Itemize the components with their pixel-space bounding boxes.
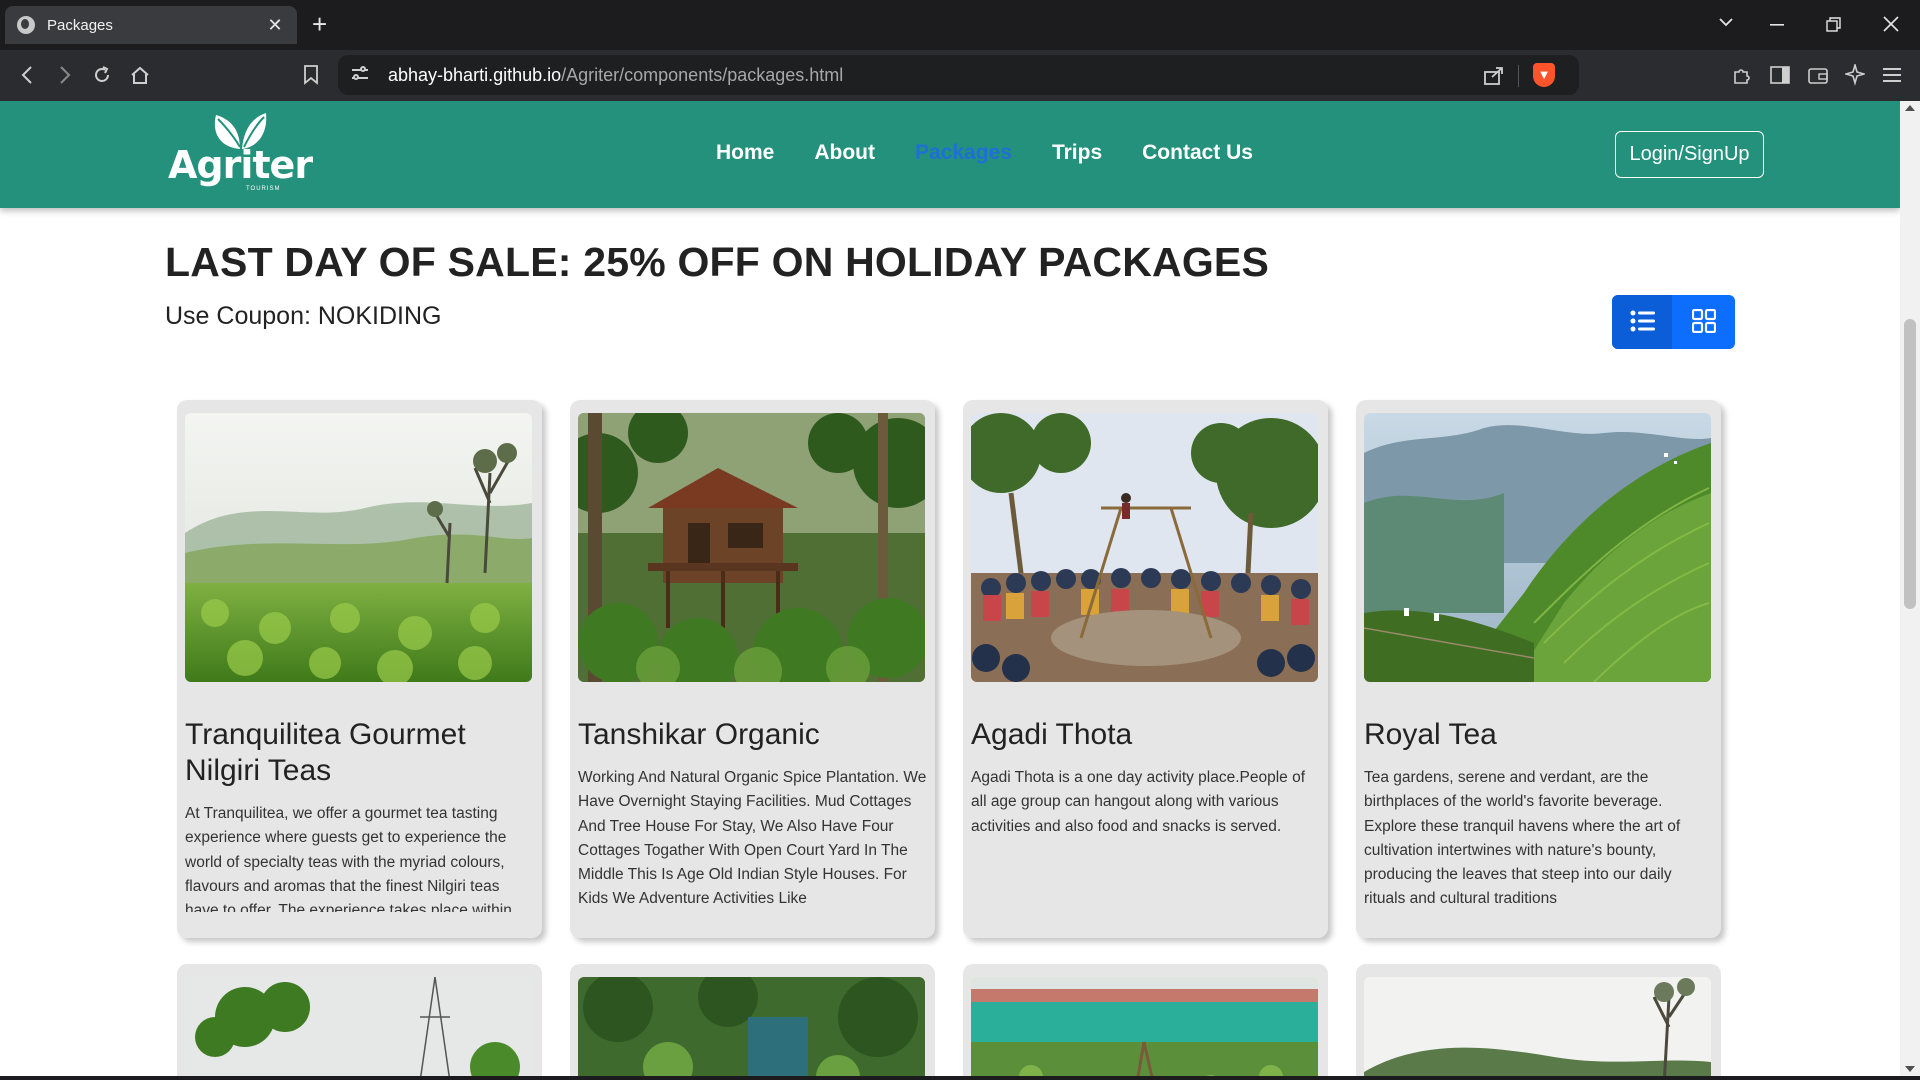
browser-tab-strip: Packages ✕ +: [0, 0, 1920, 50]
address-bar[interactable]: abhay-bharti.github.io/Agriter/component…: [338, 55, 1579, 95]
page-viewport: Agriter TOURISM Home About Packages Trip…: [0, 101, 1900, 1076]
nav-packages[interactable]: Packages: [915, 141, 1012, 165]
menu-icon[interactable]: [1883, 67, 1901, 83]
minimize-icon[interactable]: [1770, 24, 1784, 26]
back-icon[interactable]: [20, 66, 34, 84]
url-text[interactable]: abhay-bharti.github.io/Agriter/component…: [388, 65, 843, 86]
sale-banner-title: LAST DAY OF SALE: 25% OFF ON HOLIDAY PAC…: [165, 239, 1270, 285]
package-card[interactable]: Tanshikar Organic Working And Natural Or…: [570, 400, 935, 938]
close-tab-icon[interactable]: ✕: [265, 15, 285, 36]
scroll-thumb[interactable]: [1904, 319, 1916, 609]
package-title: Royal Tea: [1364, 718, 1497, 751]
forward-icon[interactable]: [58, 66, 72, 84]
page-scrollbar[interactable]: [1900, 101, 1920, 1076]
globe-icon: [17, 16, 35, 34]
brave-shield-icon[interactable]: ▼: [1533, 63, 1555, 87]
restore-icon[interactable]: [1826, 17, 1842, 33]
package-image-palm-tree: [185, 977, 532, 1076]
list-icon: [1630, 310, 1655, 332]
list-view-button[interactable]: [1612, 295, 1672, 349]
share-icon[interactable]: [1483, 66, 1505, 86]
site-settings-icon[interactable]: [352, 66, 368, 82]
package-card[interactable]: [963, 964, 1328, 1076]
nav-home[interactable]: Home: [716, 141, 774, 165]
logo-text: Agriter: [168, 143, 313, 187]
wallet-icon[interactable]: [1808, 66, 1828, 84]
package-description: Tea gardens, serene and verdant, are the…: [1364, 769, 1681, 908]
main-nav: Home About Packages Trips Contact Us: [716, 141, 1293, 165]
grid-view-button[interactable]: [1673, 295, 1735, 349]
package-image-tea-hills: [185, 413, 532, 682]
package-description: Working And Natural Organic Spice Planta…: [578, 769, 927, 908]
scroll-down-arrow-icon[interactable]: [1905, 1066, 1915, 1072]
view-toggle: [1612, 295, 1735, 349]
nav-contact[interactable]: Contact Us: [1142, 141, 1253, 165]
package-card[interactable]: [570, 964, 935, 1076]
grid-icon: [1692, 309, 1716, 333]
site-header: Agriter TOURISM Home About Packages Trip…: [0, 101, 1900, 208]
package-card[interactable]: [1356, 964, 1721, 1076]
window-bottom-edge: [0, 1076, 1920, 1080]
package-card[interactable]: Agadi Thota Agadi Thota is a one day act…: [963, 400, 1328, 938]
login-signup-button[interactable]: Login/SignUp: [1615, 131, 1764, 178]
package-description: Agadi Thota is a one day activity place.…: [971, 769, 1306, 835]
browser-tab[interactable]: Packages ✕: [5, 6, 297, 44]
nav-about[interactable]: About: [814, 141, 875, 165]
nav-trips[interactable]: Trips: [1052, 141, 1102, 165]
package-card[interactable]: Tranquilitea Gourmet Nilgiri Teas At Tra…: [177, 400, 542, 938]
agriter-logo[interactable]: Agriter TOURISM: [168, 111, 313, 192]
package-card[interactable]: Royal Tea Tea gardens, serene and verdan…: [1356, 400, 1721, 938]
package-image-tea-valley: [1364, 413, 1711, 682]
package-image-tree-house: [578, 413, 925, 682]
divider: [1518, 65, 1519, 87]
package-description: At Tranquilitea, we offer a gourmet tea …: [185, 805, 512, 912]
package-image-activity-crowd: [971, 413, 1318, 682]
sidebar-icon[interactable]: [1770, 66, 1790, 84]
url-host: abhay-bharti.github.io: [388, 65, 562, 85]
logo-subtext: TOURISM: [246, 186, 281, 192]
url-path: /Agriter/components/packages.html: [561, 65, 844, 85]
package-title: Tranquilitea Gourmet Nilgiri Teas: [185, 718, 466, 787]
leo-ai-icon[interactable]: [1845, 64, 1865, 86]
scroll-up-arrow-icon[interactable]: [1905, 105, 1915, 111]
new-tab-button[interactable]: +: [312, 9, 327, 39]
browser-toolbar: abhay-bharti.github.io/Agriter/component…: [0, 50, 1920, 101]
package-title: Agadi Thota: [971, 718, 1133, 751]
package-image-forest-hut: [578, 977, 925, 1076]
coupon-text: Use Coupon: NOKIDING: [165, 302, 442, 330]
package-title: Tanshikar Organic: [578, 718, 820, 751]
package-image-farm-rows: [971, 977, 1318, 1076]
extensions-icon[interactable]: [1732, 65, 1752, 85]
bookmark-icon[interactable]: [303, 65, 319, 85]
tab-search-icon[interactable]: [1718, 17, 1734, 27]
package-card[interactable]: [177, 964, 542, 1076]
home-icon[interactable]: [130, 65, 150, 85]
close-window-icon[interactable]: [1883, 16, 1899, 32]
package-image-misty-hills: [1364, 977, 1711, 1076]
reload-icon[interactable]: [92, 65, 112, 85]
tab-title: Packages: [47, 16, 113, 34]
